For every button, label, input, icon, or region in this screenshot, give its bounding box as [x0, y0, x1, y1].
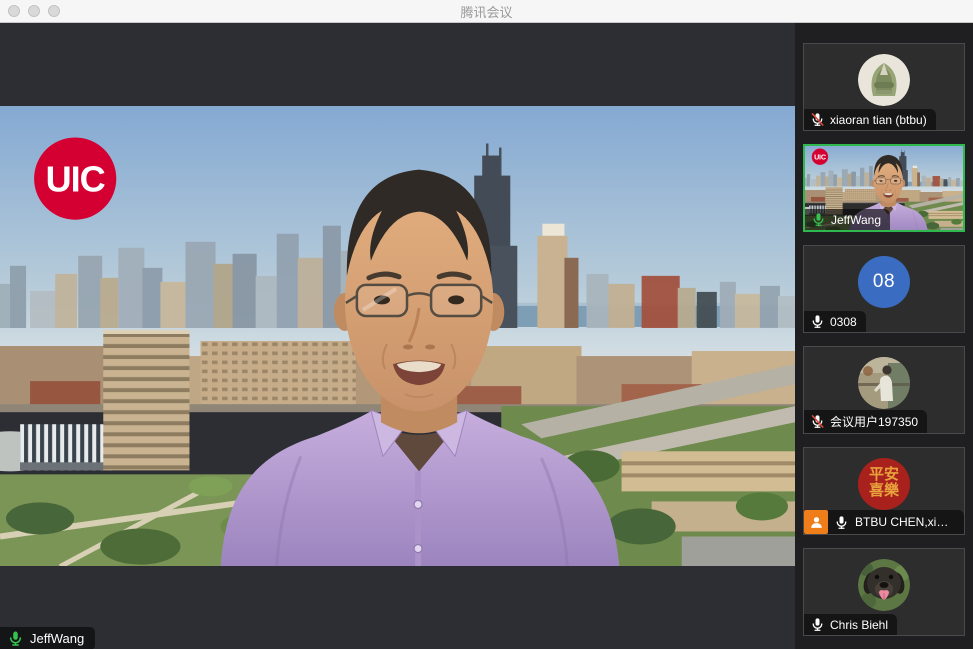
dog-avatar [858, 559, 910, 611]
initials-avatar: 08 [858, 256, 910, 308]
participant-tile[interactable]: 平安喜樂 BTBU CHEN,xingyi [803, 447, 965, 535]
participant-tile[interactable]: 08 0308 [803, 245, 965, 333]
text-avatar: 平安喜樂 [858, 458, 910, 510]
photo-avatar [858, 357, 910, 409]
participant-tile[interactable]: Chris Biehl [803, 548, 965, 636]
window-title: 腾讯会议 [0, 2, 973, 21]
host-badge-icon [804, 510, 828, 534]
mic-active-icon [7, 630, 24, 647]
participant-name-label: xiaoran tian (btbu) [804, 109, 936, 130]
participant-name-label: 会议用户197350 [804, 410, 927, 433]
mic-active-icon [811, 212, 826, 227]
avatar-text: 平安喜樂 [868, 468, 900, 500]
participant-name: JeffWang [831, 213, 881, 227]
participant-name-label: JeffWang [805, 209, 890, 230]
close-button[interactable] [8, 5, 20, 17]
participant-name: 会议用户197350 [830, 413, 918, 430]
traffic-lights [8, 5, 60, 17]
participants-sidebar: xiaoran tian (btbu) JeffWang 08 [795, 23, 973, 649]
speaker-name-label: JeffWang [0, 627, 95, 649]
participant-name-label: Chris Biehl [804, 614, 897, 635]
mic-on-icon [834, 515, 849, 530]
participant-name: xiaoran tian (btbu) [830, 113, 927, 127]
participant-tile[interactable]: 会议用户197350 [803, 346, 965, 434]
zoom-button[interactable] [48, 5, 60, 17]
meeting-window: 腾讯会议 JeffWang [0, 0, 973, 649]
main-stage[interactable]: JeffWang [0, 23, 795, 649]
titlebar: 腾讯会议 [0, 0, 973, 23]
participant-name-label: 0308 [804, 311, 866, 332]
mic-on-icon [810, 314, 825, 329]
plant-avatar [858, 54, 910, 106]
participant-name: BTBU CHEN,xingyi [855, 512, 955, 532]
avatar-text: 08 [873, 271, 895, 293]
mic-muted-icon [810, 112, 825, 127]
participant-name: Chris Biehl [830, 618, 888, 632]
speaker-name: JeffWang [30, 631, 84, 646]
stage-video [0, 106, 795, 566]
participant-tile[interactable]: xiaoran tian (btbu) [803, 43, 965, 131]
mic-muted-icon [810, 414, 825, 429]
mic-on-icon [810, 617, 825, 632]
participant-name-label: BTBU CHEN,xingyi [804, 510, 964, 534]
meeting-content: JeffWang xiaor [0, 23, 973, 649]
participant-tile[interactable]: JeffWang [803, 144, 965, 232]
participant-name: 0308 [830, 315, 857, 329]
minimize-button[interactable] [28, 5, 40, 17]
